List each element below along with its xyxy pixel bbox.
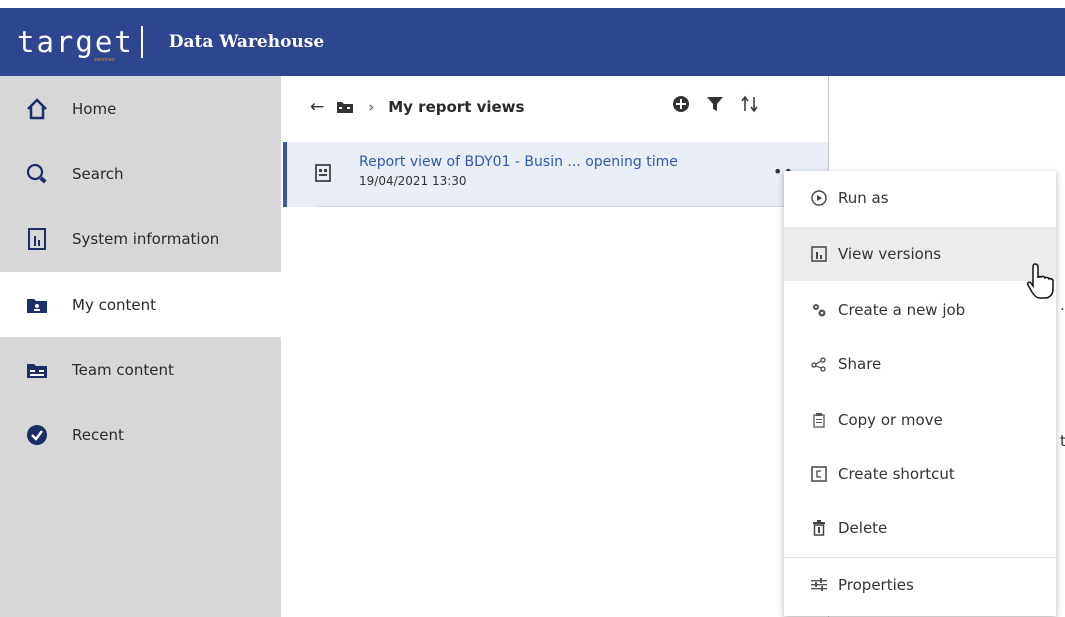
copy-icon	[810, 411, 828, 429]
list-item[interactable]: Report view of BDY01 - Busin ... opening…	[283, 142, 828, 207]
sidebar-item-home[interactable]: Home	[0, 76, 281, 141]
logo-text: target	[17, 24, 134, 59]
content-toolbar	[672, 95, 760, 117]
menu-item-label: Delete	[838, 519, 888, 537]
hand-cursor-icon	[1026, 262, 1058, 304]
menu-item-label: View versions	[838, 245, 942, 263]
sidebar-item-label: System information	[72, 229, 220, 248]
page-title: My report views	[388, 98, 525, 116]
sidebar-item-search[interactable]: Search	[0, 141, 281, 206]
report-title-link[interactable]: Report view of BDY01 - Busin ... opening…	[359, 154, 678, 170]
sidebar-item-my-content[interactable]: My content	[0, 272, 281, 337]
share-icon	[810, 355, 828, 373]
system-info-icon	[26, 227, 48, 250]
clipped-text: .	[1060, 296, 1065, 314]
home-icon	[26, 97, 48, 120]
breadcrumb-separator: ›	[368, 98, 375, 116]
sidebar-item-team-content[interactable]: Team content	[0, 337, 281, 402]
report-timestamp: 19/04/2021 13:30	[359, 174, 467, 188]
shortcut-icon	[810, 465, 828, 483]
menu-item-delete[interactable]: Delete	[784, 501, 1056, 555]
arrow-left-icon[interactable]: ←	[310, 97, 324, 117]
sidebar-item-label: Home	[72, 99, 117, 118]
my-content-folder-icon	[26, 294, 48, 316]
add-icon[interactable]	[672, 95, 690, 117]
search-icon	[26, 163, 48, 185]
app-header: target services Data Warehouse	[0, 8, 1065, 76]
report-view-icon	[315, 164, 331, 186]
menu-item-label: Run as	[838, 189, 889, 207]
sidebar-item-label: Search	[72, 164, 124, 183]
versions-icon	[810, 245, 828, 263]
properties-icon	[810, 576, 828, 594]
menu-item-run-as[interactable]: Run as	[784, 171, 1056, 225]
logo-subtext: services	[94, 56, 115, 63]
sidebar-item-label: Team content	[72, 360, 174, 379]
menu-item-create-job[interactable]: Create a new job	[784, 283, 1056, 337]
menu-item-label: Copy or move	[838, 411, 943, 429]
logo-divider	[140, 26, 143, 58]
menu-item-create-shortcut[interactable]: Create shortcut	[784, 447, 1056, 501]
menu-item-label: Create shortcut	[838, 465, 955, 483]
app-title: Data Warehouse	[168, 32, 325, 52]
sidebar-item-label: My content	[72, 295, 157, 314]
menu-item-share[interactable]: Share	[784, 337, 1056, 391]
team-content-folder-icon	[26, 359, 48, 381]
filter-icon[interactable]	[706, 95, 724, 117]
menu-item-view-versions[interactable]: View versions	[784, 227, 1056, 281]
gears-icon	[810, 301, 828, 319]
clipped-text: t	[1060, 432, 1065, 450]
context-menu: Run as View versions Create a new job Sh…	[784, 171, 1056, 616]
folder-icon[interactable]	[336, 100, 354, 114]
menu-item-properties[interactable]: Properties	[784, 558, 1056, 612]
sort-icon[interactable]	[740, 95, 760, 117]
sidebar-item-system-information[interactable]: System information	[0, 206, 281, 271]
menu-item-copy-or-move[interactable]: Copy or move	[784, 393, 1056, 447]
menu-item-label: Create a new job	[838, 301, 966, 319]
run-as-icon	[810, 189, 828, 207]
trash-icon	[810, 519, 828, 537]
row-divider	[316, 206, 796, 207]
menu-item-label: Properties	[838, 576, 914, 594]
logo[interactable]: target services	[17, 24, 134, 62]
menu-item-label: Share	[838, 355, 882, 373]
sidebar: Home Search System information My conten…	[0, 76, 281, 617]
sidebar-item-label: Recent	[72, 425, 124, 444]
recent-check-icon	[26, 424, 48, 446]
sidebar-item-recent[interactable]: Recent	[0, 402, 281, 467]
